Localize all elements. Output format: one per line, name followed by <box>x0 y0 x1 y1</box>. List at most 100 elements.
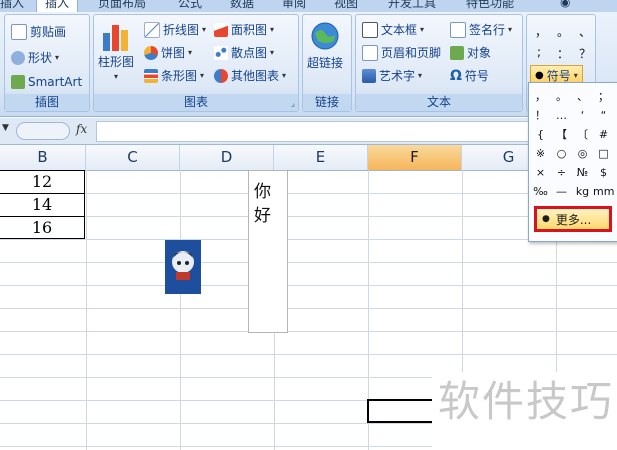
bar-chart-button[interactable]: 条形图 ▾ <box>144 67 204 84</box>
symbol-item[interactable]: ‘ <box>572 106 593 125</box>
gridline <box>0 331 617 332</box>
gridline <box>0 193 617 194</box>
formula-bar-handle[interactable] <box>16 122 70 140</box>
symbol-item[interactable]: “ <box>593 106 614 125</box>
signature-icon <box>450 21 466 38</box>
tab-page-layout[interactable]: 页面布局 <box>98 0 146 11</box>
symbol-item[interactable]: … <box>551 106 572 125</box>
clipart-button[interactable]: 剪贴画 <box>11 23 66 40</box>
tab-view[interactable]: 视图 <box>334 0 358 11</box>
ribbon-tab-strip: 插入 插入 页面布局 公式 数据 审阅 视图 开发工具 特色功能 ◉ <box>0 0 617 12</box>
gridline <box>0 354 617 355</box>
textbox-char: 好 <box>254 206 271 226</box>
symbol-item[interactable]: ○ <box>551 144 572 163</box>
cell-b-16[interactable]: 16 <box>0 217 84 239</box>
column-header-f[interactable]: F <box>368 145 462 170</box>
line-chart-button[interactable]: 折线图 ▾ <box>144 21 206 38</box>
column-header-d[interactable]: D <box>180 145 274 170</box>
symbol-item[interactable]: ÷ <box>551 163 572 182</box>
symbol-item[interactable]: mm <box>593 182 614 201</box>
object-button[interactable]: 对象 <box>450 44 491 61</box>
globe-icon <box>311 22 339 50</box>
symbol-item[interactable]: kg <box>572 182 593 201</box>
scatter-chart-icon <box>214 45 228 60</box>
symbol-item[interactable]: 〔 <box>572 125 593 144</box>
active-cell[interactable] <box>367 399 439 423</box>
smartart-button[interactable]: SmartArt <box>11 75 82 89</box>
symbol-item[interactable]: № <box>572 163 593 182</box>
symbol-item[interactable]: # <box>593 125 614 144</box>
column-chart-icon <box>103 25 128 51</box>
symbol-item[interactable]: ‰ <box>530 182 551 201</box>
gridline <box>86 170 87 450</box>
quick-symbol-enum-comma[interactable]: 、 <box>579 23 591 40</box>
cell-b-14[interactable]: 14 <box>0 194 84 216</box>
textbox-button[interactable]: 文本框 ▾ <box>362 21 424 38</box>
help-icon[interactable]: ◉ <box>560 0 570 9</box>
ribbon: 剪贴画 形状 ▾ SmartArt 插图 柱形图 ▾ 折线图 ▾ 饼图 ▾ 条形… <box>0 12 617 117</box>
signature-line-button[interactable]: 签名行 ▾ <box>450 21 512 38</box>
symbol-item[interactable]: — <box>551 182 572 201</box>
symbol-dropdown-menu: ， 。 、 ； ！ … ‘ “ { 【 〔 # ※ ○ ◎ □ × ÷ № $ … <box>528 82 617 242</box>
dialog-launcher-icon[interactable]: ⌟ <box>291 99 295 109</box>
column-header-c[interactable]: C <box>86 145 180 170</box>
tab-formulas[interactable]: 公式 <box>178 0 202 11</box>
gridline <box>180 170 181 450</box>
symbol-dot-icon: ● <box>542 214 550 224</box>
column-header-e[interactable]: E <box>274 145 368 170</box>
line-chart-icon <box>144 21 160 38</box>
symbol-item[interactable]: ； <box>593 87 614 106</box>
symbol-item[interactable]: × <box>530 163 551 182</box>
scatter-chart-button[interactable]: 散点图 ▾ <box>214 44 274 61</box>
tab-special[interactable]: 特色功能 <box>466 0 514 11</box>
symbol-item[interactable]: ◎ <box>572 144 593 163</box>
symbol-item[interactable]: 【 <box>551 125 572 144</box>
other-charts-button[interactable]: 其他图表 ▾ <box>214 67 286 84</box>
symbol-item[interactable]: { <box>530 125 551 144</box>
shapes-button[interactable]: 形状 ▾ <box>11 49 59 66</box>
quick-symbol-period[interactable]: 。 <box>557 23 569 40</box>
symbol-item[interactable]: ， <box>530 87 551 106</box>
omega-icon: Ω <box>450 67 462 84</box>
quick-symbol-question[interactable]: ？ <box>579 45 591 62</box>
tab-data[interactable]: 数据 <box>230 0 254 11</box>
namebox-dropdown-icon[interactable]: ▼ <box>2 123 9 133</box>
fx-icon[interactable]: fx <box>76 122 87 136</box>
pie-chart-icon <box>144 45 158 60</box>
quick-symbol-colon[interactable]: ： <box>557 45 569 62</box>
more-symbols-button[interactable]: ● 更多... <box>534 206 612 232</box>
tab-partial-start[interactable]: 插入 <box>0 0 24 11</box>
inserted-picture[interactable] <box>165 240 201 294</box>
tab-developer[interactable]: 开发工具 <box>388 0 436 11</box>
quick-symbol-comma[interactable]: ， <box>535 23 547 40</box>
wordart-icon <box>362 68 376 83</box>
hyperlink-button[interactable]: 超链接 <box>307 21 343 71</box>
column-header-b[interactable]: B <box>0 145 86 170</box>
column-chart-button[interactable]: 柱形图 ▾ <box>98 21 134 81</box>
group-charts: 柱形图 ▾ 折线图 ▾ 饼图 ▾ 条形图 ▾ 面积图 ▾ 散点图 ▾ 其他图表 ▾ 图表 ⌟ <box>93 14 299 112</box>
vertical-textbox[interactable]: 你 好 <box>248 170 288 333</box>
cell-b-12[interactable]: 12 <box>0 171 84 193</box>
tab-insert[interactable]: 插入 <box>36 0 79 12</box>
formula-bar: ▼ fx <box>0 118 617 145</box>
header-footer-button[interactable]: 页眉和页脚 <box>362 44 441 61</box>
tab-review[interactable]: 审阅 <box>282 0 306 11</box>
pie-chart-button[interactable]: 饼图 ▾ <box>144 44 192 61</box>
symbol-text-button[interactable]: Ω 符号 <box>450 67 489 84</box>
column-header-row: B C D E F G <box>0 145 617 171</box>
gridline <box>0 239 617 240</box>
watermark-text: 软件技巧 <box>432 372 617 450</box>
symbol-item[interactable]: $ <box>593 163 614 182</box>
area-chart-icon <box>214 22 228 37</box>
symbol-item[interactable]: 、 <box>572 87 593 106</box>
symbol-item[interactable]: ※ <box>530 144 551 163</box>
wordart-button[interactable]: 艺术字 ▾ <box>362 67 422 84</box>
bar-chart-icon <box>144 68 158 83</box>
quick-symbol-semicolon[interactable]: ; <box>537 45 541 59</box>
shapes-icon <box>11 50 25 65</box>
symbol-item[interactable]: ！ <box>530 106 551 125</box>
other-charts-icon <box>214 68 228 83</box>
symbol-item[interactable]: 。 <box>551 87 572 106</box>
area-chart-button[interactable]: 面积图 ▾ <box>214 21 274 38</box>
symbol-item[interactable]: □ <box>593 144 614 163</box>
